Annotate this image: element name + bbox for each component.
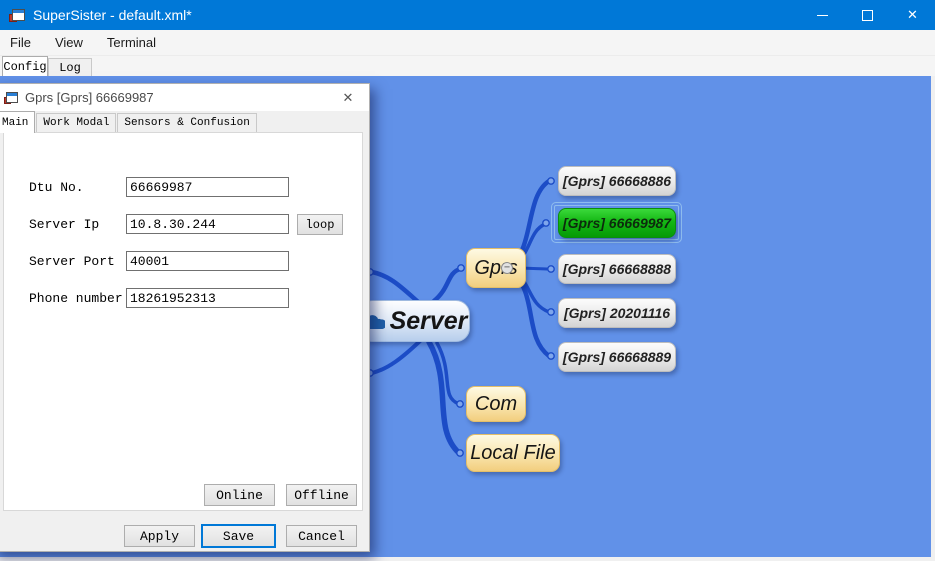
server-port-label: Server Port (29, 254, 115, 269)
mindmap-node-gprs[interactable]: Gprs (466, 248, 526, 288)
dtu-no-label: Dtu No. (29, 180, 84, 195)
dialog-tabstrip: Main Work Modal Sensors & Confusion (0, 111, 258, 132)
dialog-tab-main[interactable]: Main (0, 111, 35, 133)
app-icon (9, 9, 24, 22)
node-label: [Gprs] 66669987 (563, 215, 671, 231)
node-label: Com (475, 393, 517, 416)
mindmap-node-com[interactable]: Com (466, 386, 526, 422)
loop-button[interactable]: loop (297, 214, 343, 235)
node-label: [Gprs] 66668888 (563, 261, 671, 277)
maximize-button[interactable] (845, 0, 890, 30)
menubar: File View Terminal (0, 30, 935, 56)
node-label: Local File (470, 442, 556, 465)
server-ip-field[interactable] (126, 214, 289, 234)
apply-button[interactable]: Apply (124, 525, 195, 547)
mindmap-leaf-66668888[interactable]: [Gprs] 66668888 (558, 254, 676, 284)
tab-log[interactable]: Log (48, 58, 92, 76)
server-ip-label: Server Ip (29, 217, 99, 232)
mindmap-leaf-66668886[interactable]: [Gprs] 66668886 (558, 166, 676, 196)
node-label: [Gprs] 20201116 (564, 305, 670, 321)
mindmap-leaf-20201116[interactable]: [Gprs] 20201116 (558, 298, 676, 328)
collapse-icon[interactable]: − (501, 262, 513, 274)
phone-number-label: Phone number (29, 291, 123, 306)
dialog-close-icon: ✕ (343, 90, 354, 106)
main-tabstrip: Config Log (0, 56, 935, 76)
offline-button[interactable]: Offline (286, 484, 357, 506)
dialog-tab-work-modal[interactable]: Work Modal (36, 113, 116, 132)
mindmap-node-server[interactable]: Server (358, 300, 470, 342)
mindmap-leaf-66669987-selected[interactable]: [Gprs] 66669987 (558, 208, 676, 238)
mindmap-node-local-file[interactable]: Local File (466, 434, 560, 472)
window-title: SuperSister - default.xml* (33, 7, 800, 23)
mindmap-leaf-66668889[interactable]: [Gprs] 66668889 (558, 342, 676, 372)
node-label: [Gprs] 66668886 (563, 173, 671, 189)
minimize-button[interactable] (800, 0, 845, 30)
maximize-icon (862, 10, 873, 21)
dialog-titlebar[interactable]: Gprs [Gprs] 66669987 ✕ (0, 84, 369, 111)
dtu-no-field[interactable] (126, 177, 289, 197)
titlebar[interactable]: SuperSister - default.xml* ✕ (0, 0, 935, 30)
tab-config[interactable]: Config (2, 56, 48, 76)
close-icon: ✕ (907, 7, 918, 23)
dialog-icon (4, 92, 17, 104)
dialog-tab-sensors-confusion[interactable]: Sensors & Confusion (117, 113, 256, 132)
menu-item-file[interactable]: File (0, 30, 43, 55)
phone-number-field[interactable] (126, 288, 289, 308)
dialog-title: Gprs [Gprs] 66669987 (25, 90, 327, 105)
minimize-icon (817, 15, 828, 16)
menu-item-terminal[interactable]: Terminal (95, 30, 168, 55)
dialog-close-button[interactable]: ✕ (327, 84, 369, 111)
save-button[interactable]: Save (201, 524, 276, 548)
cancel-button[interactable]: Cancel (286, 525, 357, 547)
node-label: [Gprs] 66668889 (563, 349, 671, 365)
close-button[interactable]: ✕ (890, 0, 935, 30)
menu-item-view[interactable]: View (43, 30, 95, 55)
node-label: Server (390, 307, 468, 336)
gprs-dialog: Gprs [Gprs] 66669987 ✕ Main Work Modal S… (0, 83, 370, 552)
server-port-field[interactable] (126, 251, 289, 271)
online-button[interactable]: Online (204, 484, 275, 506)
